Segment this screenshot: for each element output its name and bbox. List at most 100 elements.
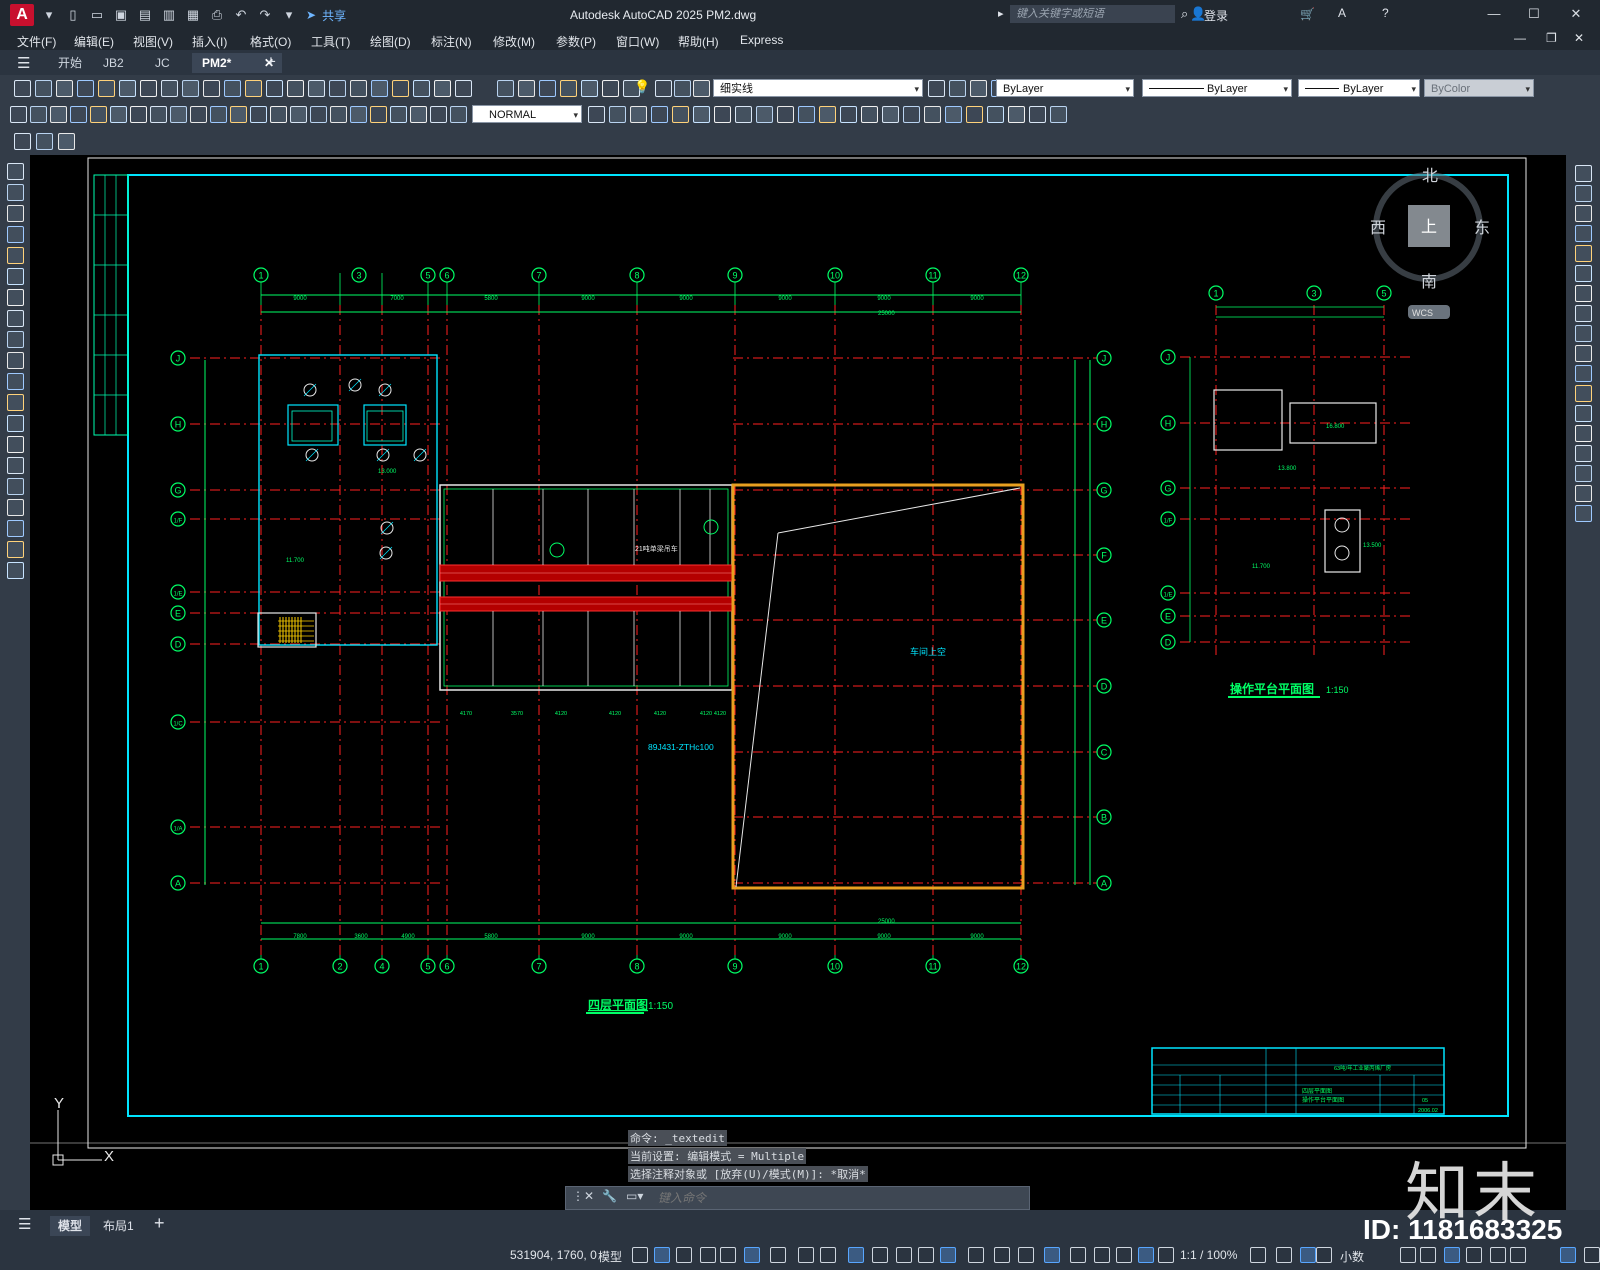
tool-icon[interactable] [1575, 365, 1592, 382]
minimize-icon[interactable]: — [1483, 4, 1505, 24]
tool-icon[interactable] [7, 310, 24, 327]
plot-icon[interactable]: ▦ [184, 6, 202, 24]
menu-dimension[interactable]: 标注(N) [431, 33, 472, 50]
status-toggle-icon[interactable] [968, 1247, 984, 1263]
open-file-icon[interactable]: ▭ [88, 6, 106, 24]
model-space-toggle[interactable]: 模型 [598, 1248, 622, 1265]
hamburger-menu-icon[interactable]: ☰ [17, 54, 30, 72]
tab-layout1[interactable]: 布局1 [95, 1216, 142, 1236]
command-input[interactable] [656, 1189, 1020, 1207]
viewcube-east[interactable]: 东 [1474, 219, 1490, 237]
tool-icon[interactable] [7, 541, 24, 558]
doc-close-icon[interactable]: ✕ [1574, 31, 1584, 45]
tool-icon[interactable] [7, 205, 24, 222]
tool-icon[interactable] [7, 163, 24, 180]
status-toggle-icon[interactable] [798, 1247, 814, 1263]
tool-icon[interactable] [1050, 106, 1067, 123]
autocad-logo-icon[interactable]: A [10, 4, 34, 26]
menu-insert[interactable]: 插入(I) [192, 33, 227, 50]
tool-icon[interactable] [371, 80, 388, 97]
menu-format[interactable]: 格式(O) [250, 33, 291, 50]
share-button[interactable]: 共享 [322, 7, 346, 24]
tool-icon[interactable] [270, 106, 287, 123]
tool-icon[interactable] [182, 80, 199, 97]
tool-icon[interactable] [7, 373, 24, 390]
print-icon[interactable]: ⎙ [208, 6, 226, 24]
status-toggle-icon[interactable] [720, 1247, 736, 1263]
login-button[interactable]: 登录 [1204, 7, 1228, 24]
tool-icon[interactable] [77, 80, 94, 97]
customize-icon[interactable]: ▾ [280, 6, 298, 24]
tool-icon[interactable] [230, 106, 247, 123]
share-icon[interactable]: ➤ [306, 8, 316, 22]
status-toggle-icon[interactable] [1158, 1247, 1174, 1263]
tool-icon[interactable] [672, 106, 689, 123]
tool-icon[interactable] [714, 106, 731, 123]
tool-icon[interactable] [329, 80, 346, 97]
layer-bulb-icon[interactable]: 💡 [634, 79, 650, 95]
tool-icon[interactable] [924, 106, 941, 123]
tool-icon[interactable] [970, 80, 987, 97]
tool-icon[interactable] [7, 247, 24, 264]
tool-icon[interactable] [30, 106, 47, 123]
dimstyle-dropdown[interactable]: NORMAL ▾ [472, 105, 582, 123]
tool-icon[interactable] [588, 106, 605, 123]
tool-icon[interactable] [350, 80, 367, 97]
status-toggle-icon[interactable] [1276, 1247, 1292, 1263]
tool-icon[interactable] [170, 106, 187, 123]
tool-icon[interactable] [36, 133, 53, 150]
tool-icon[interactable] [330, 106, 347, 123]
tool-icon[interactable] [630, 106, 647, 123]
tool-icon[interactable] [390, 106, 407, 123]
doc-restore-icon[interactable]: ❐ [1546, 31, 1557, 45]
tool-icon[interactable] [1575, 385, 1592, 402]
tool-icon[interactable] [430, 106, 447, 123]
cart-icon[interactable]: 🛒 [1300, 7, 1315, 21]
redo-icon[interactable]: ↷ [256, 6, 274, 24]
tool-icon[interactable] [651, 106, 668, 123]
help-icon[interactable]: ? [1382, 6, 1389, 20]
status-toggle-icon[interactable] [744, 1247, 760, 1263]
tool-icon[interactable] [35, 80, 52, 97]
tool-icon[interactable] [777, 106, 794, 123]
layout-menu-icon[interactable]: ☰ [18, 1215, 31, 1233]
status-toggle-icon[interactable] [654, 1247, 670, 1263]
status-toggle-icon[interactable] [632, 1247, 648, 1263]
tool-icon[interactable] [224, 80, 241, 97]
viewcube-north[interactable]: 北 [1422, 167, 1438, 185]
tab-jc[interactable]: JC [145, 53, 180, 73]
tool-icon[interactable] [210, 106, 227, 123]
tool-icon[interactable] [674, 80, 691, 97]
status-toggle-icon[interactable] [918, 1247, 934, 1263]
close-icon[interactable]: ✕ [1565, 4, 1587, 24]
status-toggle-icon[interactable] [1444, 1247, 1460, 1263]
tool-icon[interactable] [602, 80, 619, 97]
tool-icon[interactable] [56, 80, 73, 97]
tool-icon[interactable] [497, 80, 514, 97]
tool-icon[interactable] [819, 106, 836, 123]
tool-icon[interactable] [7, 226, 24, 243]
tool-icon[interactable] [7, 499, 24, 516]
tool-icon[interactable] [928, 80, 945, 97]
close-command-icon[interactable]: ✕ [584, 1189, 594, 1203]
status-toggle-icon[interactable] [1316, 1247, 1332, 1263]
tool-icon[interactable] [14, 80, 31, 97]
menu-view[interactable]: 视图(V) [133, 33, 173, 50]
tool-icon[interactable] [1575, 165, 1592, 182]
tool-icon[interactable] [161, 80, 178, 97]
tool-icon[interactable] [1575, 405, 1592, 422]
tool-icon[interactable] [370, 106, 387, 123]
tool-icon[interactable] [7, 415, 24, 432]
status-toggle-icon[interactable] [848, 1247, 864, 1263]
menu-modify[interactable]: 修改(M) [493, 33, 535, 50]
menu-help[interactable]: 帮助(H) [678, 33, 719, 50]
tool-icon[interactable] [7, 289, 24, 306]
tool-icon[interactable] [581, 80, 598, 97]
tool-icon[interactable] [14, 133, 31, 150]
menu-parametric[interactable]: 参数(P) [556, 33, 596, 50]
status-toggle-icon[interactable] [1116, 1247, 1132, 1263]
status-toggle-icon[interactable] [676, 1247, 692, 1263]
status-toggle-icon[interactable] [1044, 1247, 1060, 1263]
tool-icon[interactable] [7, 331, 24, 348]
new-tab-plus-icon[interactable]: + [266, 52, 276, 72]
